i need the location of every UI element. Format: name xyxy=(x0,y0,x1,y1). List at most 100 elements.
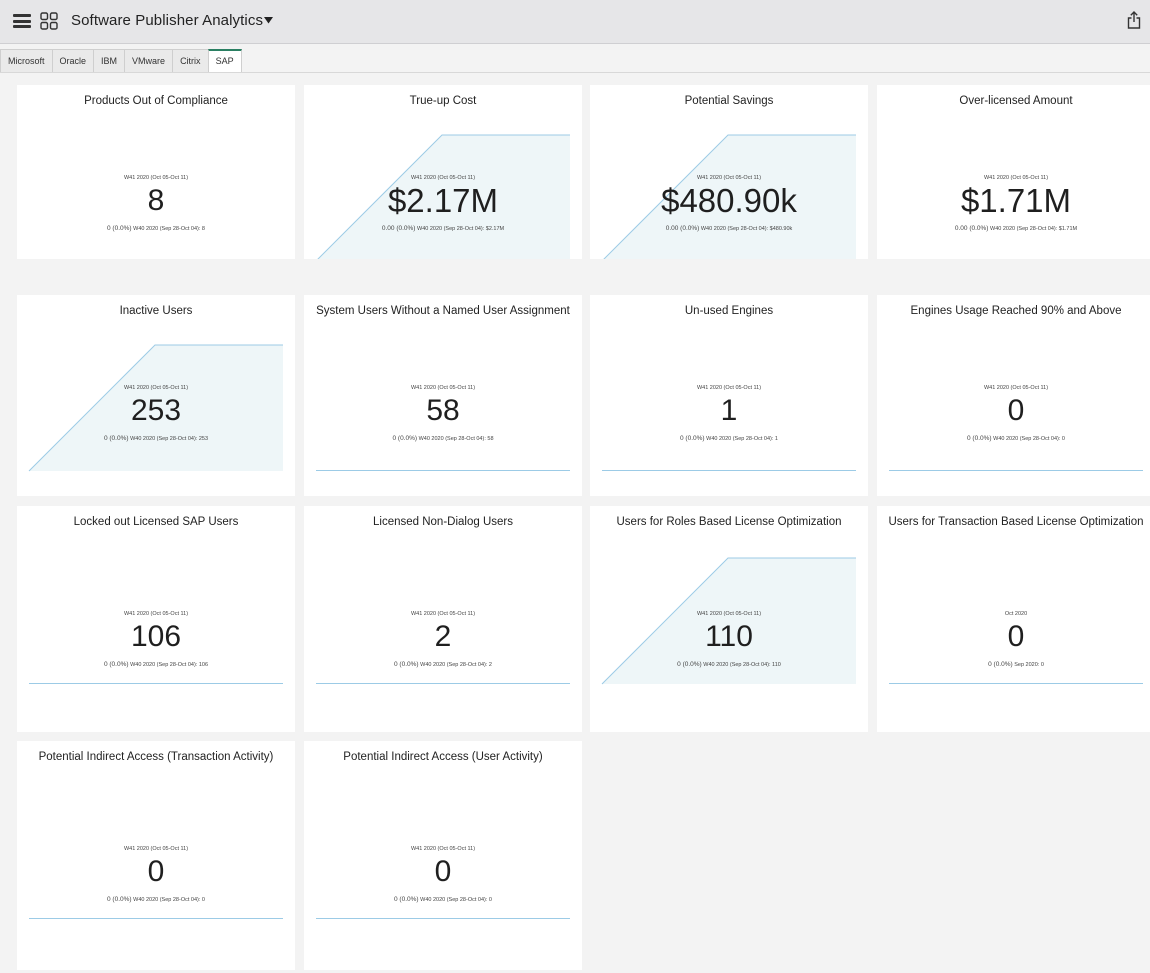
scorecard-value: 8 xyxy=(147,184,165,217)
scorecard-indirect-access-transaction-activity[interactable]: Potential Indirect Access (Transaction A… xyxy=(17,741,295,970)
scorecard-title: Inactive Users xyxy=(119,305,193,317)
scorecard-value: 106 xyxy=(130,620,182,653)
scorecard-previous: W40 2020 (Sep 28-Oct 04): 8 xyxy=(133,226,205,232)
scorecard-title: Potential Savings xyxy=(684,95,774,107)
scorecard-period: Oct 2020 xyxy=(1004,611,1028,617)
scorecard-change: 0.00 (0.0%) xyxy=(665,225,700,232)
tab-ibm[interactable]: IBM xyxy=(93,49,125,73)
scorecard-previous: W40 2020 (Sep 28-Oct 04): 110 xyxy=(703,662,781,668)
scorecard-previous: W40 2020 (Sep 28-Oct 04): $1.71M xyxy=(990,226,1078,232)
caret-down-icon[interactable] xyxy=(263,15,274,26)
scorecard-period: W41 2020 (Oct 05-Oct 11) xyxy=(123,385,189,391)
scorecard-potential-savings[interactable]: Potential Savings W41 2020 (Oct 05-Oct 11… xyxy=(590,85,868,259)
scorecard-period: W41 2020 (Oct 05-Oct 11) xyxy=(983,385,1049,391)
scorecard-locked-out-licensed-sap-users[interactable]: Locked out Licensed SAP Users W41 2020 (O… xyxy=(17,506,295,732)
scorecard-change: 0 (0.0%) xyxy=(967,435,992,442)
scorecard-title: Un-used Engines xyxy=(684,305,774,317)
scorecard-value: 253 xyxy=(130,394,182,427)
scorecard-period: W41 2020 (Oct 05-Oct 11) xyxy=(410,846,476,852)
app-grid-icon[interactable] xyxy=(40,12,58,30)
scorecard-true-up-cost[interactable]: True-up Cost W41 2020 (Oct 05-Oct 11) $2.1… xyxy=(304,85,582,259)
scorecard-change: 0 (0.0%) xyxy=(680,435,705,442)
scorecard-transaction-based-license-optimization[interactable]: Users for Transaction Based License Opti… xyxy=(877,506,1150,732)
scorecard-title: System Users Without a Named User Assign… xyxy=(316,305,570,317)
scorecard-value: 110 xyxy=(705,620,753,653)
scorecard-title: Licensed Non-Dialog Users xyxy=(373,516,513,528)
scorecard-change: 0 (0.0%) xyxy=(107,225,132,232)
tab-oracle[interactable]: Oracle xyxy=(51,49,94,73)
scorecard-comparison: 0.00 (0.0%) W40 2020 (Sep 28-Oct 04): $4… xyxy=(590,225,868,232)
scorecard-over-licensed-amount[interactable]: Over-licensed Amount W41 2020 (Oct 05-Oct… xyxy=(877,85,1150,259)
scorecard-period: W41 2020 (Oct 05-Oct 11) xyxy=(410,611,476,617)
scorecard-title: Over-licensed Amount xyxy=(959,95,1073,107)
scorecard-period: W41 2020 (Oct 05-Oct 11) xyxy=(696,385,762,391)
scorecard-previous: W40 2020 (Sep 28-Oct 04): $2.17M xyxy=(417,226,505,232)
scorecard-change: 0.00 (0.0%) xyxy=(381,225,416,232)
scorecard-comparison: 0 (0.0%) W40 2020 (Sep 28-Oct 04): 110 xyxy=(590,661,868,668)
scorecard-comparison: 0 (0.0%) W40 2020 (Sep 28-Oct 04): 253 xyxy=(17,435,295,442)
scorecard-comparison: 0 (0.0%) W40 2020 (Sep 28-Oct 04): 8 xyxy=(17,225,295,232)
scorecard-comparison: 0 (0.0%) Sep 2020: 0 xyxy=(877,661,1150,668)
scorecard-title: Engines Usage Reached 90% and Above xyxy=(910,305,1122,317)
tab-divider xyxy=(0,72,1150,73)
scorecard-change: 0 (0.0%) xyxy=(392,435,418,442)
scorecard-change: 0 (0.0%) xyxy=(107,896,132,903)
tab-sap[interactable]: SAP xyxy=(207,49,242,73)
scorecard-comparison: 0 (0.0%) W40 2020 (Sep 28-Oct 04): 0 xyxy=(17,896,295,903)
scorecard-title: Potential Indirect Access (User Activity… xyxy=(343,751,543,763)
dashboard-title[interactable]: Software Publisher Analytics xyxy=(71,12,263,29)
scorecard-value: 0 xyxy=(1007,394,1025,427)
hamburger-menu-icon[interactable] xyxy=(13,14,31,28)
publisher-tabs: Microsoft Oracle IBM VMware Citrix SAP xyxy=(0,49,242,73)
scorecard-previous: W40 2020 (Sep 28-Oct 04): $480.90k xyxy=(700,226,793,232)
scorecard-unused-engines[interactable]: Un-used Engines W41 2020 (Oct 05-Oct 11) 1… xyxy=(590,295,868,496)
scorecard-period: W41 2020 (Oct 05-Oct 11) xyxy=(983,175,1049,181)
scorecard-period: W41 2020 (Oct 05-Oct 11) xyxy=(123,611,189,617)
scorecard-products-out-of-compliance[interactable]: Products Out of Compliance W41 2020 (Oct … xyxy=(17,85,295,259)
scorecard-comparison: 0 (0.0%) W40 2020 (Sep 28-Oct 04): 58 xyxy=(304,435,582,442)
scorecard-period: W41 2020 (Oct 05-Oct 11) xyxy=(410,175,476,181)
scorecard-indirect-access-user-activity[interactable]: Potential Indirect Access (User Activity… xyxy=(304,741,582,970)
scorecard-previous: W40 2020 (Sep 28-Oct 04): 0 xyxy=(133,897,205,903)
scorecard-period: W41 2020 (Oct 05-Oct 11) xyxy=(696,611,762,617)
scorecard-previous: W40 2020 (Sep 28-Oct 04): 253 xyxy=(130,436,209,442)
tab-citrix[interactable]: Citrix xyxy=(172,49,208,73)
scorecard-inactive-users[interactable]: Inactive Users W41 2020 (Oct 05-Oct 11) 25… xyxy=(17,295,295,496)
scorecard-title: Locked out Licensed SAP Users xyxy=(73,516,239,528)
scorecard-licensed-non-dialog-users[interactable]: Licensed Non-Dialog Users W41 2020 (Oct 0… xyxy=(304,506,582,732)
scorecard-value: 0 xyxy=(1007,620,1025,653)
scorecard-previous: W40 2020 (Sep 28-Oct 04): 0 xyxy=(420,897,492,903)
scorecard-previous: W40 2020 (Sep 28-Oct 04): 0 xyxy=(993,436,1065,442)
scorecard-change: 0 (0.0%) xyxy=(677,661,702,668)
scorecard-value: 2 xyxy=(434,620,452,653)
scorecard-title: Users for Transaction Based License Opti… xyxy=(888,516,1144,528)
scorecard-roles-based-license-optimization[interactable]: Users for Roles Based License Optimizati… xyxy=(590,506,868,732)
scorecard-change: 0.00 (0.0%) xyxy=(954,225,989,232)
scorecard-comparison: 0 (0.0%) W40 2020 (Sep 28-Oct 04): 0 xyxy=(304,896,582,903)
scorecard-engines-usage-90-plus[interactable]: Engines Usage Reached 90% and Above W41 2… xyxy=(877,295,1150,496)
scorecard-period: W41 2020 (Oct 05-Oct 11) xyxy=(696,175,762,181)
scorecard-value: $1.71M xyxy=(960,182,1072,219)
scorecard-comparison: 0 (0.0%) W40 2020 (Sep 28-Oct 04): 2 xyxy=(304,661,582,668)
top-bar: Software Publisher Analytics xyxy=(0,0,1150,44)
scorecard-value: $480.90k xyxy=(661,182,797,219)
scorecard-system-users-without-named-assignment[interactable]: System Users Without a Named User Assign… xyxy=(304,295,582,496)
scorecard-value: 1 xyxy=(720,394,738,427)
scorecard-value: $2.17M xyxy=(387,182,499,219)
scorecard-previous: W40 2020 (Sep 28-Oct 04): 58 xyxy=(418,436,494,442)
scorecard-comparison: 0 (0.0%) W40 2020 (Sep 28-Oct 04): 106 xyxy=(17,661,295,668)
scorecard-comparison: 0.00 (0.0%) W40 2020 (Sep 28-Oct 04): $2… xyxy=(304,225,582,232)
scorecard-comparison: 0 (0.0%) W40 2020 (Sep 28-Oct 04): 0 xyxy=(877,435,1150,442)
scorecard-previous: W40 2020 (Sep 28-Oct 04): 2 xyxy=(420,662,492,668)
scorecard-title: Products Out of Compliance xyxy=(84,95,228,107)
scorecard-period: W41 2020 (Oct 05-Oct 11) xyxy=(410,385,476,391)
share-export-icon[interactable] xyxy=(1127,11,1141,29)
scorecard-comparison: 0 (0.0%) W40 2020 (Sep 28-Oct 04): 1 xyxy=(590,435,868,442)
scorecard-value: 0 xyxy=(147,855,165,888)
scorecard-previous: W40 2020 (Sep 28-Oct 04): 106 xyxy=(130,662,209,668)
scorecard-previous: Sep 2020: 0 xyxy=(1014,662,1044,668)
scorecard-title: Users for Roles Based License Optimizati… xyxy=(616,516,842,528)
tab-vmware[interactable]: VMware xyxy=(124,49,173,73)
tab-microsoft[interactable]: Microsoft xyxy=(0,49,52,73)
scorecard-period: W41 2020 (Oct 05-Oct 11) xyxy=(123,175,189,181)
